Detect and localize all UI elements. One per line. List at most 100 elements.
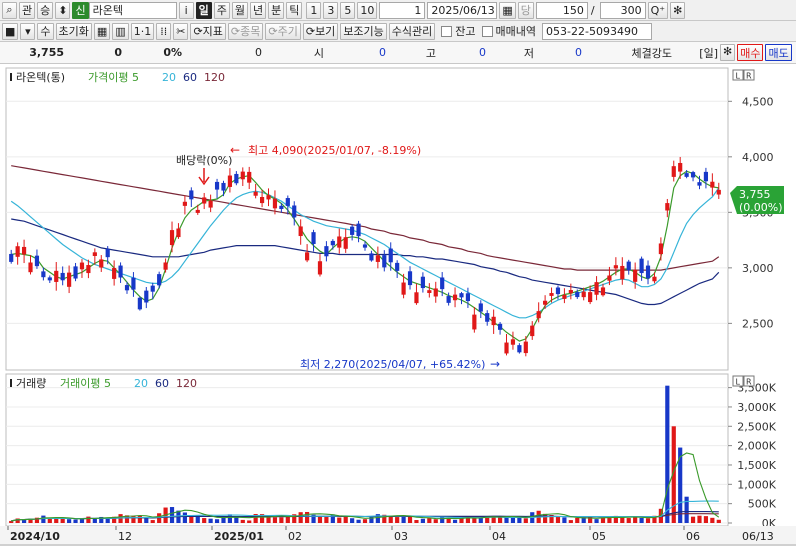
candle-body bbox=[247, 171, 252, 183]
period-tabs: 일 주 월 년 분 틱 bbox=[194, 1, 303, 19]
date-axis-label: 03 bbox=[394, 530, 408, 543]
candle-body bbox=[658, 243, 663, 255]
lock-icon-glyph: L bbox=[736, 378, 741, 387]
chart-area[interactable]: 2,5003,0003,5004,0004,500 라온텍(통) 가격이평 5 … bbox=[0, 64, 796, 546]
search-icon[interactable]: ⌕ bbox=[2, 1, 17, 19]
stop-icon[interactable]: ■ bbox=[2, 22, 19, 40]
tab-week[interactable]: 주 bbox=[213, 1, 230, 19]
account-field[interactable]: 053-22-5093490 bbox=[542, 22, 653, 40]
one-one-button[interactable]: 1·1 bbox=[130, 22, 155, 40]
tab-year[interactable]: 년 bbox=[249, 1, 267, 19]
count-slash: / bbox=[590, 3, 595, 17]
info-icon[interactable]: i bbox=[178, 1, 194, 19]
candle-body bbox=[678, 162, 683, 172]
volume-bar bbox=[279, 517, 284, 523]
candle-icon[interactable]: ⁞⁞ bbox=[156, 22, 172, 40]
volume-bar bbox=[137, 515, 142, 523]
candle-body bbox=[581, 291, 586, 298]
candle-body bbox=[253, 191, 258, 196]
current-button[interactable]: 당 bbox=[517, 1, 534, 19]
candle-body bbox=[92, 252, 97, 256]
price-legend-ma5: 가격이평 5 bbox=[88, 71, 139, 84]
indicator-button[interactable]: ⟳ 지표 bbox=[190, 22, 226, 40]
candle-body bbox=[292, 205, 297, 218]
multiple-3[interactable]: 3 bbox=[323, 1, 339, 19]
volume-bar bbox=[240, 519, 245, 523]
price-legend-ma120: 120 bbox=[204, 71, 225, 84]
su-button[interactable]: 수 bbox=[37, 22, 54, 40]
max-count-input[interactable]: 300 bbox=[599, 1, 646, 19]
formula-manage-button[interactable]: 수식관리 bbox=[388, 22, 436, 40]
grid-icon[interactable]: ▦ bbox=[93, 22, 111, 40]
zoom-in-icon[interactable]: Q⁺ bbox=[647, 1, 669, 19]
stock-name-field[interactable]: 라온텍 bbox=[88, 1, 177, 19]
multiple-1[interactable]: 1 bbox=[306, 1, 322, 19]
volume-bar bbox=[626, 518, 631, 523]
candle-body bbox=[324, 246, 329, 257]
candle-body bbox=[671, 166, 676, 177]
gear-icon[interactable]: ✻ bbox=[720, 44, 736, 61]
balance-label: 잔고 bbox=[455, 25, 476, 38]
item-button[interactable]: ⟳ 종목 bbox=[227, 22, 264, 40]
candle-body bbox=[433, 288, 438, 297]
candle-body bbox=[343, 237, 348, 249]
reset-button[interactable]: 초기화 bbox=[55, 22, 92, 40]
candle-body bbox=[523, 341, 528, 354]
high-value: 0 bbox=[479, 46, 486, 59]
date-field[interactable]: 2025/06/13 bbox=[427, 1, 498, 19]
volume-bar bbox=[150, 520, 155, 523]
count-input[interactable]: 150 bbox=[535, 1, 588, 19]
candle-body bbox=[536, 311, 541, 319]
tab-tick[interactable]: 틱 bbox=[286, 1, 303, 19]
sell-button[interactable]: 매도 bbox=[765, 44, 792, 61]
volume-bar bbox=[594, 519, 599, 523]
trades-checkbox[interactable] bbox=[481, 25, 493, 37]
candle-body bbox=[240, 171, 245, 180]
candle-body bbox=[298, 226, 303, 237]
view-button[interactable]: ⟳ 보기 bbox=[302, 22, 339, 40]
multiple-input[interactable]: 1 bbox=[379, 1, 426, 19]
multiple-10[interactable]: 10 bbox=[357, 1, 378, 19]
aux-function-button[interactable]: 보조기능 bbox=[340, 22, 387, 40]
candle-body bbox=[67, 272, 72, 287]
price-axis-label: 3,000 bbox=[742, 262, 774, 275]
tab-minute[interactable]: 분 bbox=[268, 1, 285, 19]
volume-bar bbox=[131, 515, 136, 523]
volume-bar bbox=[272, 517, 278, 523]
credit-badge: 신 bbox=[72, 1, 89, 19]
buy-button[interactable]: 매수 bbox=[737, 44, 764, 61]
balance-checkbox[interactable] bbox=[441, 25, 453, 37]
tab-day[interactable]: 일 bbox=[195, 1, 212, 19]
volume-axis-label: 500K bbox=[748, 498, 777, 511]
volume-bar bbox=[575, 517, 580, 523]
volume-bar bbox=[388, 516, 393, 523]
price-axis-label: 4,500 bbox=[742, 95, 774, 108]
candle-body bbox=[446, 296, 451, 303]
split-icon[interactable]: ▥ bbox=[112, 22, 129, 40]
date-axis-label: 12 bbox=[118, 530, 132, 543]
tab-gwan[interactable]: 관 bbox=[19, 1, 36, 19]
tab-month[interactable]: 월 bbox=[231, 1, 248, 19]
tab-seung[interactable]: 승 bbox=[37, 1, 54, 19]
volume-bar bbox=[41, 515, 46, 523]
multiple-5[interactable]: 5 bbox=[340, 1, 356, 19]
date-axis-label: 02 bbox=[288, 530, 302, 543]
period-button[interactable]: ⟳ 주기 bbox=[265, 22, 301, 40]
gear-icon[interactable]: ✻ bbox=[670, 1, 686, 19]
volume-axis-label: 2,000K bbox=[737, 440, 776, 453]
candle-body bbox=[369, 253, 374, 261]
price-axis-label: 4,000 bbox=[742, 151, 774, 164]
dropdown-icon[interactable]: ▾ bbox=[20, 22, 36, 40]
volume-bar bbox=[497, 516, 503, 523]
chart-window: ⌕ 관 승 ⬍ 신 라온텍 i 일 주 월 년 분 틱 1 3 5 10 1 2… bbox=[0, 0, 796, 546]
candle-body bbox=[86, 265, 91, 274]
candle-body bbox=[485, 313, 490, 322]
candle-body bbox=[118, 265, 123, 278]
high-label: 고 bbox=[425, 46, 436, 60]
spin-updown-icon[interactable]: ⬍ bbox=[55, 1, 71, 19]
scissors-icon[interactable]: ✂ bbox=[173, 22, 189, 40]
candle-body bbox=[214, 181, 220, 190]
calendar-icon[interactable]: ▦ bbox=[499, 1, 516, 19]
candle-body bbox=[337, 236, 342, 248]
volume-bar bbox=[208, 518, 213, 523]
